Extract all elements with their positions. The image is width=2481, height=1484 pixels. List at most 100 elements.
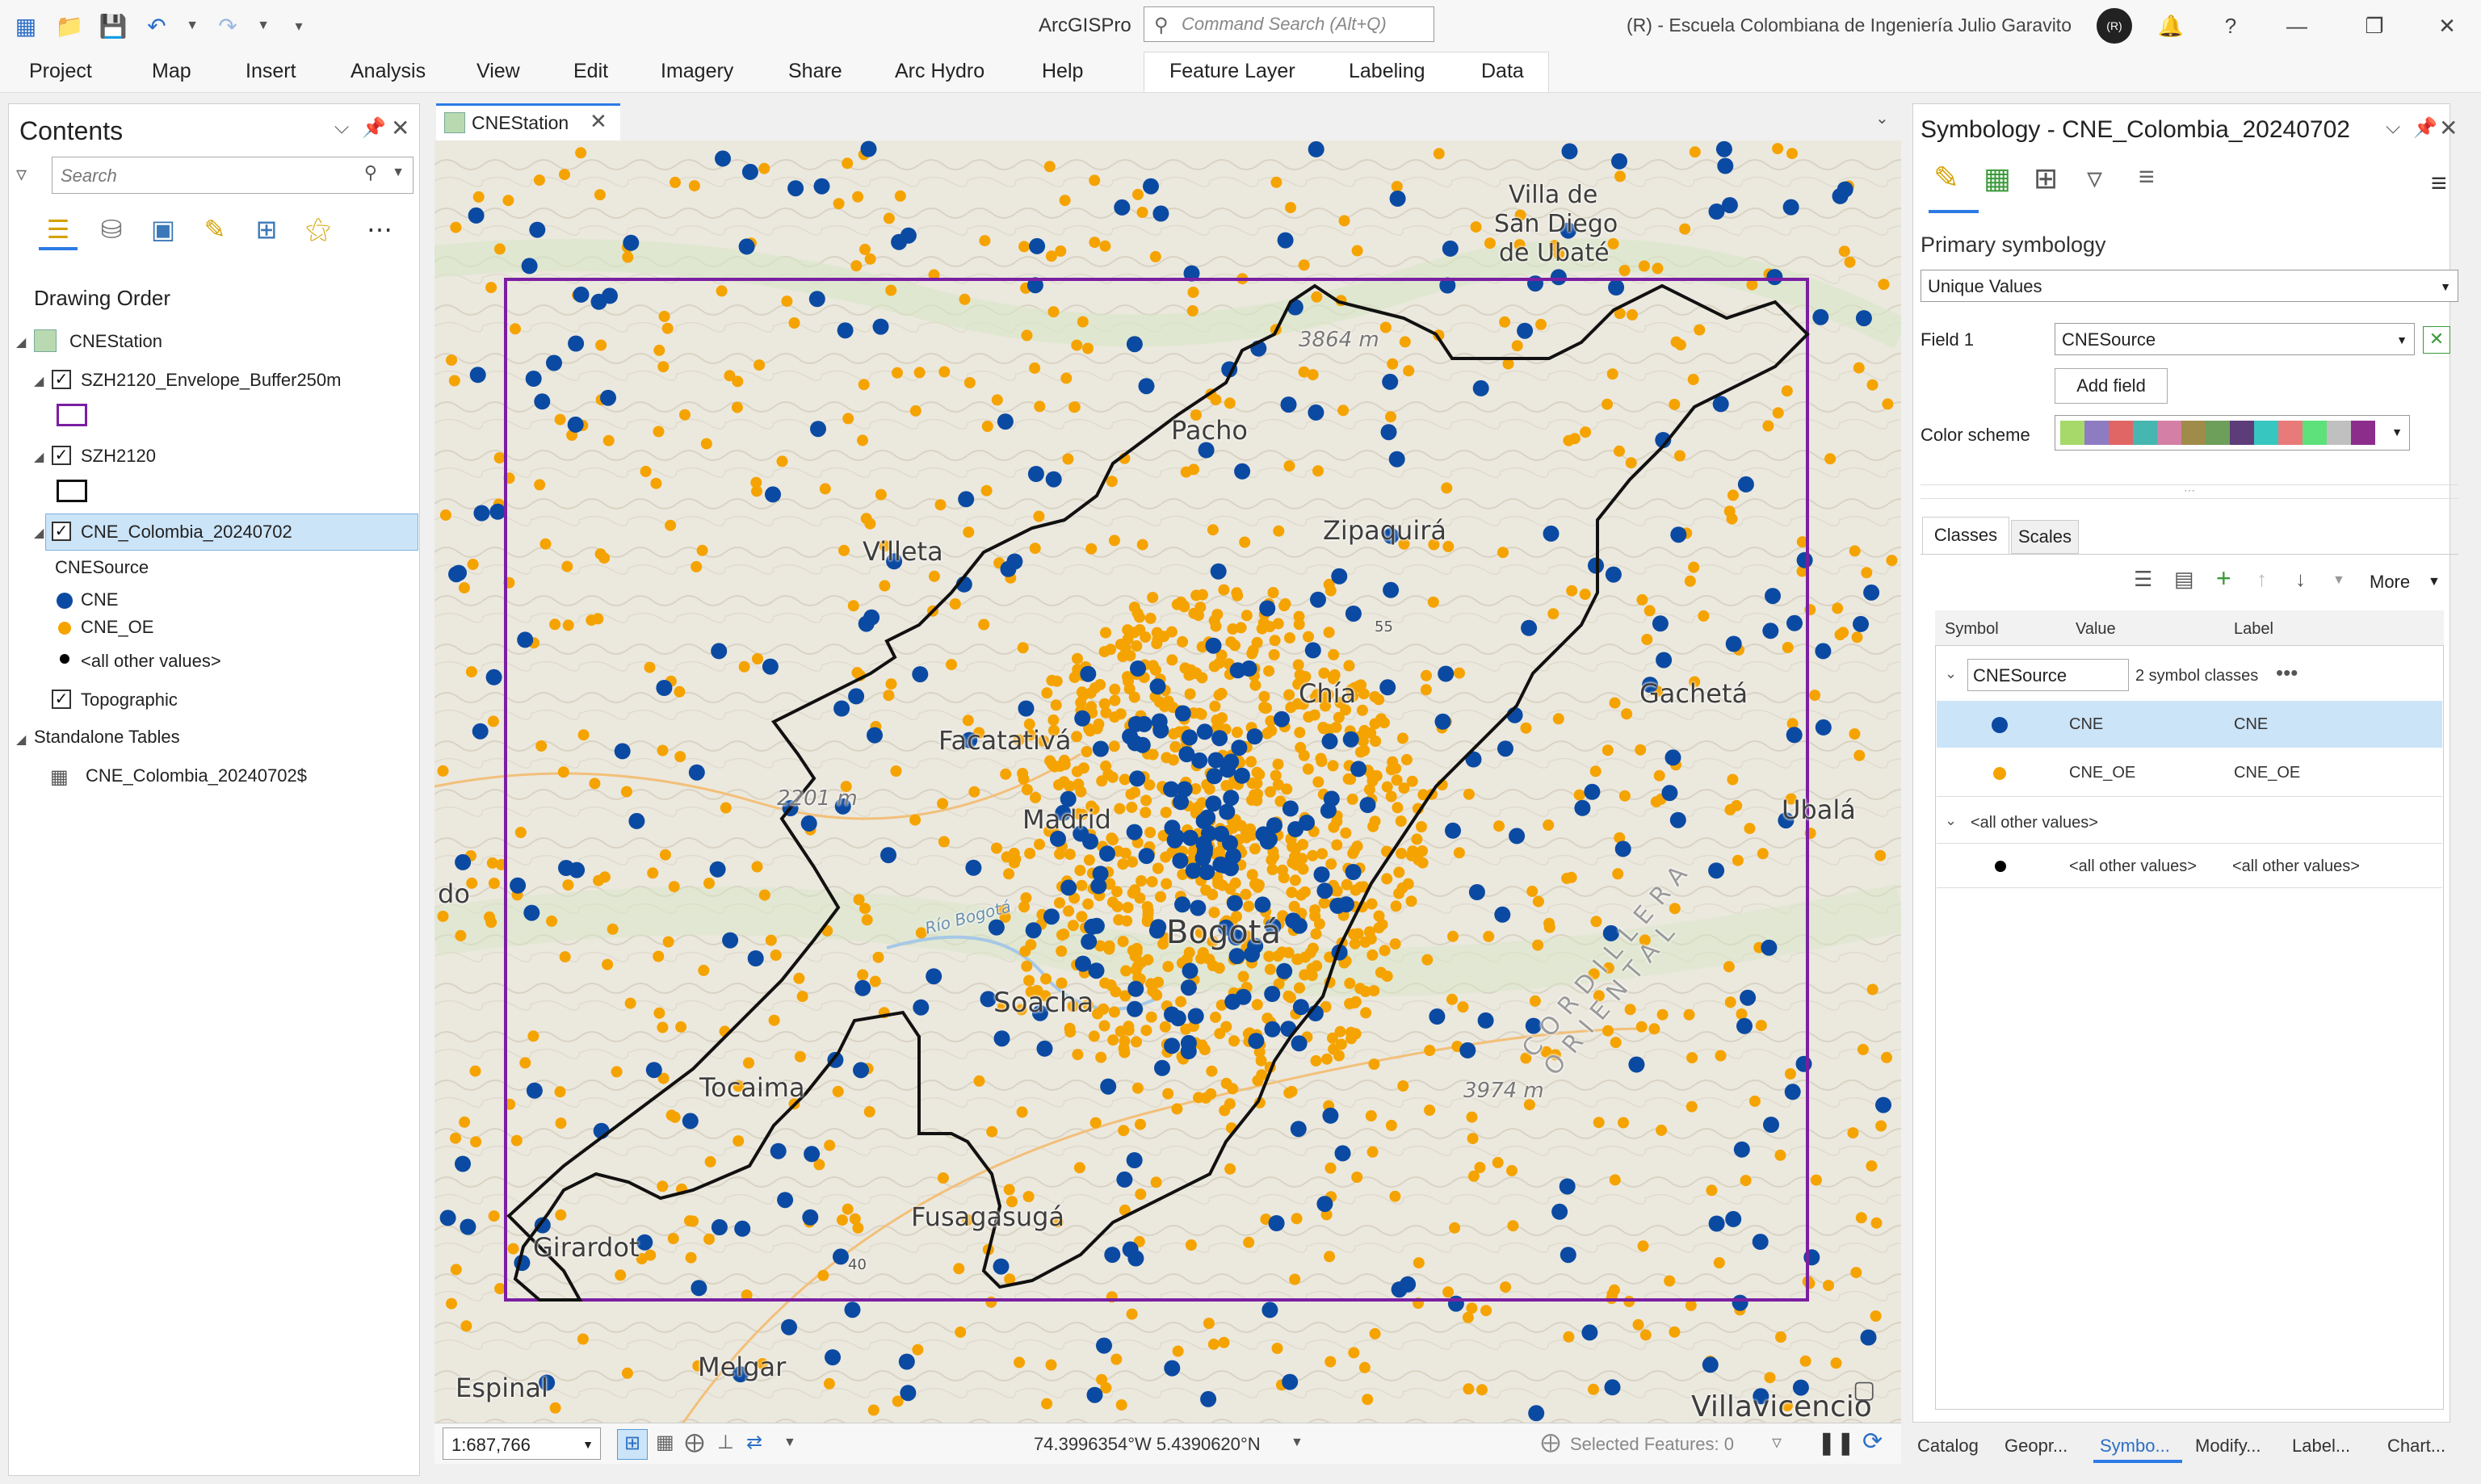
vary-symbology-icon[interactable]: ⊞ [2034, 161, 2058, 195]
tab-feature-layer[interactable]: Feature Layer [1169, 60, 1295, 83]
collapse-icon[interactable]: ⌄ [1945, 812, 1957, 829]
tab-arc-hydro[interactable]: Arc Hydro [895, 60, 984, 83]
notifications-icon[interactable]: 🔔 [2153, 8, 2189, 44]
sql-expression-icon[interactable]: ✕ [2423, 326, 2450, 354]
list-by-labeling-icon[interactable]: ⚝ [300, 212, 336, 247]
customize-toolbar-icon[interactable]: ▾ [284, 11, 313, 40]
pane-options-icon[interactable]: ⌵ [334, 116, 349, 139]
standalone-table[interactable]: CNE_Colombia_20240702$ [86, 765, 307, 786]
close-pane-icon[interactable]: ✕ [2439, 115, 2458, 141]
list-view-icon[interactable]: ☰ [2134, 567, 2152, 592]
class-row-cne[interactable] [1937, 701, 2442, 748]
tab-project[interactable]: Project [29, 60, 92, 83]
symbol-layers-icon[interactable]: ▦ [1984, 161, 2011, 195]
close-window-icon[interactable]: ✕ [2429, 8, 2465, 44]
tab-help[interactable]: Help [1042, 60, 1083, 83]
layer-visibility-checkbox[interactable]: ✓ [52, 446, 71, 465]
list-by-editing-icon[interactable]: ✎ [197, 212, 233, 247]
move-up-icon[interactable]: ↑ [2256, 567, 2267, 592]
chevron-down-icon[interactable]: ▼ [2332, 573, 2345, 588]
list-by-snapping-icon[interactable]: ⊞ [249, 212, 284, 247]
map-name[interactable]: CNEStation [69, 331, 162, 352]
restore-icon[interactable]: ❐ [2357, 8, 2392, 44]
primary-symbology-icon[interactable]: ✎ [1933, 160, 1959, 196]
collapse-icon[interactable]: ◢ [16, 732, 26, 748]
column-label[interactable]: Label [2234, 620, 2273, 639]
tab-scales[interactable]: Scales [2011, 520, 2079, 554]
collapse-icon[interactable]: ⌄ [1945, 665, 1957, 682]
tab-view[interactable]: View [476, 60, 520, 83]
tab-symbology[interactable]: Symbo... [2100, 1436, 2170, 1457]
constraint-icon[interactable]: ⊥ [717, 1431, 734, 1454]
splitter-handle[interactable]: ⋯ [1921, 484, 2458, 499]
class-label-cne[interactable]: CNE [2234, 715, 2268, 734]
tab-imagery[interactable]: Imagery [661, 60, 733, 83]
collapse-icon[interactable]: ◢ [34, 525, 44, 541]
menu-icon[interactable]: ≡ [2431, 168, 2447, 199]
layer-szh2120[interactable]: SZH2120 [81, 446, 156, 467]
undo-icon[interactable]: ↶ [142, 11, 171, 40]
save-icon[interactable]: 💾 [99, 11, 128, 40]
other-values-value[interactable]: <all other values> [2069, 857, 2197, 876]
add-field-button[interactable]: Add field [2055, 368, 2168, 404]
collapse-icon[interactable]: ◢ [34, 449, 44, 465]
list-by-drawing-order-icon[interactable]: ☰ [40, 212, 76, 247]
map-overview-icon[interactable]: ▢ [1853, 1376, 1875, 1404]
navigation-icon[interactable]: ⇄ [746, 1431, 762, 1454]
class-label-cne-oe[interactable]: CNE_OE [2234, 764, 2300, 782]
layer-envelope-buffer[interactable]: SZH2120_Envelope_Buffer250m [81, 370, 341, 391]
class-value-cne-oe[interactable]: CNE_OE [2069, 764, 2135, 782]
layer-cne-colombia[interactable]: CNE_Colombia_20240702 [81, 522, 292, 543]
fixed-zoom-icon[interactable]: ⊞ [617, 1429, 648, 1460]
grid-icon[interactable]: ▦ [656, 1431, 674, 1454]
list-by-selection-icon[interactable]: ▣ [145, 212, 181, 247]
cne-oe-symbol-icon[interactable] [1993, 767, 2006, 780]
filter-icon[interactable]: ▿ [1772, 1431, 1782, 1454]
redo-icon[interactable]: ↷ [213, 11, 242, 40]
chevron-down-icon[interactable]: ▼ [392, 166, 405, 180]
minimize-icon[interactable]: — [2279, 8, 2315, 44]
contents-search-input[interactable]: Search ⚲ ▼ [52, 157, 414, 194]
class-value-cne[interactable]: CNE [2069, 715, 2103, 734]
collapse-icon[interactable]: ◢ [34, 373, 44, 389]
tab-share[interactable]: Share [788, 60, 842, 83]
tab-cnestation[interactable]: CNEStation ✕ [436, 103, 620, 140]
tab-map[interactable]: Map [152, 60, 191, 83]
tab-analysis[interactable]: Analysis [351, 60, 426, 83]
tab-labeling[interactable]: Labeling [1349, 60, 1425, 83]
pin-icon[interactable]: 📌 [362, 116, 386, 140]
chevron-down-icon[interactable]: ▼ [1291, 1436, 1303, 1450]
other-values-symbol-icon[interactable] [1995, 861, 2006, 872]
scale-selector[interactable]: 1:687,766 ▼ [443, 1427, 601, 1460]
class-row-cne-oe[interactable] [1937, 749, 2442, 797]
tab-labeling-pane[interactable]: Label... [2292, 1436, 2350, 1457]
close-tab-icon[interactable]: ✕ [590, 109, 607, 134]
group-heading-input[interactable]: CNESource [1967, 659, 2129, 691]
field1-select[interactable]: CNESource ▼ [2055, 323, 2415, 355]
tab-modify-features[interactable]: Modify... [2195, 1436, 2261, 1457]
tab-geoprocessing[interactable]: Geopr... [2005, 1436, 2068, 1457]
tab-insert[interactable]: Insert [246, 60, 296, 83]
tab-classes[interactable]: Classes [1922, 517, 2009, 554]
other-values-label[interactable]: <all other values> [2232, 857, 2360, 876]
chevron-down-icon[interactable]: ⌄ [1875, 108, 1889, 128]
cne-symbol-icon[interactable] [1992, 717, 2008, 733]
chevron-down-icon[interactable]: ▼ [582, 1438, 594, 1451]
help-icon[interactable]: ? [2213, 8, 2248, 44]
pane-options-icon[interactable]: ⌵ [2386, 116, 2400, 139]
command-search-input[interactable]: ⚲ Command Search (Alt+Q) [1144, 6, 1434, 42]
tab-edit[interactable]: Edit [573, 60, 608, 83]
basemap-visibility-checkbox[interactable]: ✓ [52, 690, 71, 709]
move-down-icon[interactable]: ↓ [2295, 567, 2306, 592]
basemap-topographic[interactable]: Topographic [81, 690, 178, 711]
more-menu[interactable]: More [2370, 572, 2410, 593]
tab-data[interactable]: Data [1481, 60, 1524, 83]
refresh-icon[interactable]: ⟳ [1862, 1427, 1883, 1456]
chevron-down-icon[interactable]: ▼ [2428, 575, 2441, 589]
layer-visibility-checkbox[interactable]: ✓ [52, 522, 71, 541]
filter-icon[interactable]: ▿ [2087, 160, 2102, 196]
undo-dropdown-icon[interactable]: ▼ [186, 11, 199, 40]
pause-drawing-icon[interactable]: ❚❚ [1817, 1429, 1855, 1456]
close-pane-icon[interactable]: ✕ [391, 115, 409, 141]
column-symbol[interactable]: Symbol [1945, 620, 1999, 639]
